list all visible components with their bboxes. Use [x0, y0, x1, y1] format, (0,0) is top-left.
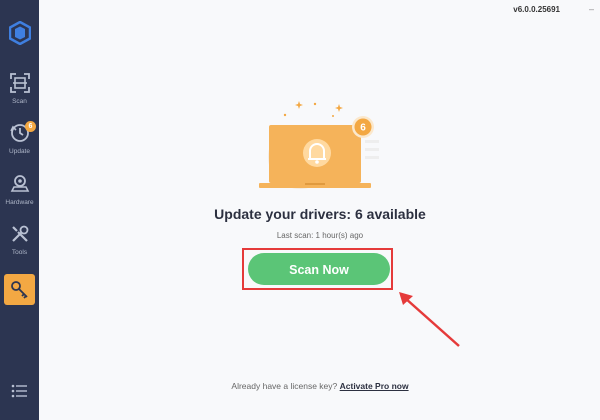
app-logo-icon [9, 21, 31, 45]
menu-icon[interactable] [11, 384, 28, 398]
sidebar-item-license[interactable] [4, 274, 35, 305]
sidebar: Scan Update 6 Hardware Tools [0, 0, 39, 420]
activate-pro-link[interactable]: Activate Pro now [340, 381, 409, 391]
highlight-box [242, 248, 393, 290]
sidebar-item-tools[interactable]: Tools [0, 223, 39, 256]
sidebar-item-label: Hardware [5, 199, 34, 206]
page-title: Update your drivers: 6 available [214, 206, 426, 222]
license-footer: Already have a license key? Activate Pro… [170, 381, 470, 391]
key-icon [11, 281, 28, 299]
sidebar-item-scan[interactable]: Scan [0, 72, 39, 105]
last-scan-text: Last scan: 1 hour(s) ago [276, 231, 364, 240]
scan-icon [9, 73, 30, 93]
sidebar-item-hardware[interactable]: Hardware [0, 173, 39, 206]
tools-icon [11, 225, 28, 242]
hardware-icon [10, 175, 29, 192]
window-controls[interactable]: – [589, 4, 594, 14]
update-count-badge: 6 [25, 121, 36, 132]
sidebar-item-label: Update [9, 148, 30, 155]
version-label: v6.0.0.25691 [513, 5, 560, 14]
footer-text: Already have a license key? [231, 381, 338, 391]
driver-update-illustration: 6 [259, 101, 379, 189]
sidebar-item-label: Tools [11, 249, 28, 256]
sidebar-item-label: Scan [12, 98, 27, 105]
illustration-count-badge: 6 [360, 123, 366, 134]
minimize-icon[interactable]: – [589, 4, 594, 14]
annotation-arrow [399, 292, 460, 347]
